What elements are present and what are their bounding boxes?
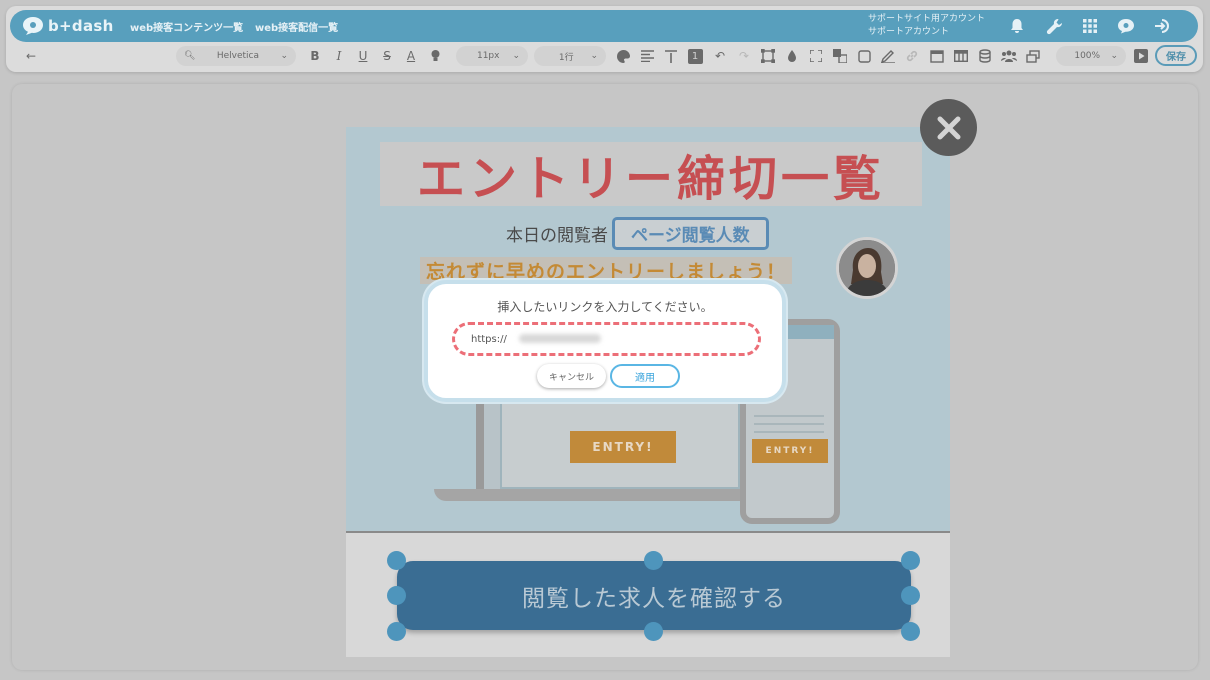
account-name-line2: サポートアカウント <box>868 27 950 37</box>
font-size-value: 11px <box>476 51 500 61</box>
font-family-select[interactable]: 🔍︎ Helvetica ⌄ <box>176 46 296 66</box>
resize-handle-top[interactable] <box>644 551 663 570</box>
zoom-value: 100% <box>1074 51 1101 61</box>
resize-handle-top-left[interactable] <box>387 551 406 570</box>
phone-text-line <box>754 423 824 425</box>
viewers-label: 本日の閲覧者 <box>506 226 608 246</box>
phone-text-line <box>754 431 824 433</box>
vertical-align-icon[interactable] <box>664 47 678 65</box>
chevron-down-icon: ⌄ <box>590 51 598 61</box>
apply-button[interactable]: 適用 <box>610 364 680 388</box>
calendar-icon[interactable] <box>929 47 945 65</box>
search-icon: 🔍︎ <box>184 51 196 61</box>
user-chat-icon[interactable] <box>1116 16 1136 36</box>
resize-handle-left[interactable] <box>387 586 406 605</box>
resize-handle-right[interactable] <box>901 586 920 605</box>
logo-text: b+dash <box>48 17 114 35</box>
border-icon[interactable] <box>856 47 872 65</box>
chevron-down-icon: ⌄ <box>280 51 288 61</box>
popup-title: エントリー締切一覧 <box>416 151 885 207</box>
account-name-line1: サポートサイト用アカウント <box>868 14 986 24</box>
top-navigation-bar: b+dash web接客コンテンツ一覧 web接客配信一覧 サポートサイト用アカ… <box>10 10 1198 42</box>
layers-icon[interactable] <box>832 47 848 65</box>
pen-icon[interactable] <box>880 47 896 65</box>
preview-play-icon[interactable] <box>1133 47 1149 65</box>
title-band[interactable]: エントリー締切一覧 <box>380 142 922 207</box>
nav-web-delivery-list[interactable]: web接客配信一覧 <box>255 19 338 34</box>
palette-icon[interactable] <box>615 47 631 65</box>
resize-handle-bottom-left[interactable] <box>387 622 406 641</box>
app-logo[interactable]: b+dash <box>22 15 114 37</box>
droplet-icon[interactable] <box>784 47 800 65</box>
bell-icon[interactable] <box>1007 16 1027 36</box>
database-icon[interactable] <box>977 47 993 65</box>
avatar[interactable] <box>836 237 898 299</box>
resize-handle-bottom-right[interactable] <box>901 622 920 641</box>
text-color-icon[interactable]: A <box>404 47 418 65</box>
viewers-row[interactable]: 本日の閲覧者 ページ閲覧人数 <box>506 217 769 250</box>
font-size-select[interactable]: 11px ⌄ <box>456 46 528 66</box>
save-button[interactable]: 保存 <box>1155 45 1197 66</box>
wrench-icon[interactable] <box>1044 16 1064 36</box>
laptop-entry-button: ENTRY! <box>570 431 676 463</box>
link-icon[interactable] <box>904 47 920 65</box>
expand-icon[interactable] <box>808 47 824 65</box>
nav-web-content-list[interactable]: web接客コンテンツ一覧 <box>130 19 243 34</box>
number-badge-icon[interactable]: 1 <box>687 47 703 65</box>
redacted-url-text <box>519 334 601 343</box>
account-info[interactable]: サポートサイト用アカウント サポートアカウント <box>868 13 985 39</box>
align-left-icon[interactable] <box>640 47 654 65</box>
url-field-highlight <box>452 322 761 356</box>
table-icon[interactable] <box>953 47 969 65</box>
logout-icon[interactable] <box>1152 16 1172 36</box>
cancel-button[interactable]: キャンセル <box>537 364 606 388</box>
chevron-down-icon: ⌄ <box>1110 51 1118 61</box>
person-photo-icon <box>839 240 895 296</box>
undo-icon[interactable]: ↶ <box>712 47 728 65</box>
back-arrow-icon[interactable]: ← <box>24 47 38 65</box>
zoom-select[interactable]: 100% ⌄ <box>1056 46 1126 66</box>
phone-text-line <box>754 415 824 417</box>
dialog-message: 挿入したいリンクを入力してください。 <box>497 300 713 314</box>
underline-icon[interactable]: U <box>356 47 370 65</box>
resize-handle-top-right[interactable] <box>901 551 920 570</box>
format-toolbar: ← 🔍︎ Helvetica ⌄ B I U S A 11px ⌄ 1行 ⌄ 1… <box>10 44 1198 68</box>
line-height-select[interactable]: 1行 ⌄ <box>534 46 606 66</box>
redo-icon[interactable]: ↷ <box>736 47 752 65</box>
close-popup-button[interactable] <box>920 99 977 156</box>
link-input-dialog: 挿入したいリンクを入力してください。 キャンセル 適用 <box>424 280 786 402</box>
line-height-value: 1行 <box>558 52 574 63</box>
url-input[interactable] <box>471 330 741 348</box>
copy-icon[interactable] <box>1025 47 1041 65</box>
bold-icon[interactable]: B <box>308 47 322 65</box>
lightbulb-icon[interactable] <box>428 47 442 65</box>
users-icon[interactable] <box>1001 47 1017 65</box>
font-family-value: Helvetica <box>216 51 260 61</box>
chevron-down-icon: ⌄ <box>512 51 520 61</box>
italic-icon[interactable]: I <box>332 47 346 65</box>
close-icon <box>937 116 960 139</box>
text-box-icon[interactable] <box>760 47 776 65</box>
resize-handle-bottom[interactable] <box>644 622 663 641</box>
apps-grid-icon[interactable] <box>1080 16 1100 36</box>
strikethrough-icon[interactable]: S <box>380 47 394 65</box>
logo-speech-bubble-icon <box>23 17 43 35</box>
page-view-count-box: ページ閲覧人数 <box>612 217 769 250</box>
view-jobs-button[interactable]: 閲覧した求人を確認する <box>397 561 911 630</box>
phone-entry-button: ENTRY! <box>752 439 828 463</box>
